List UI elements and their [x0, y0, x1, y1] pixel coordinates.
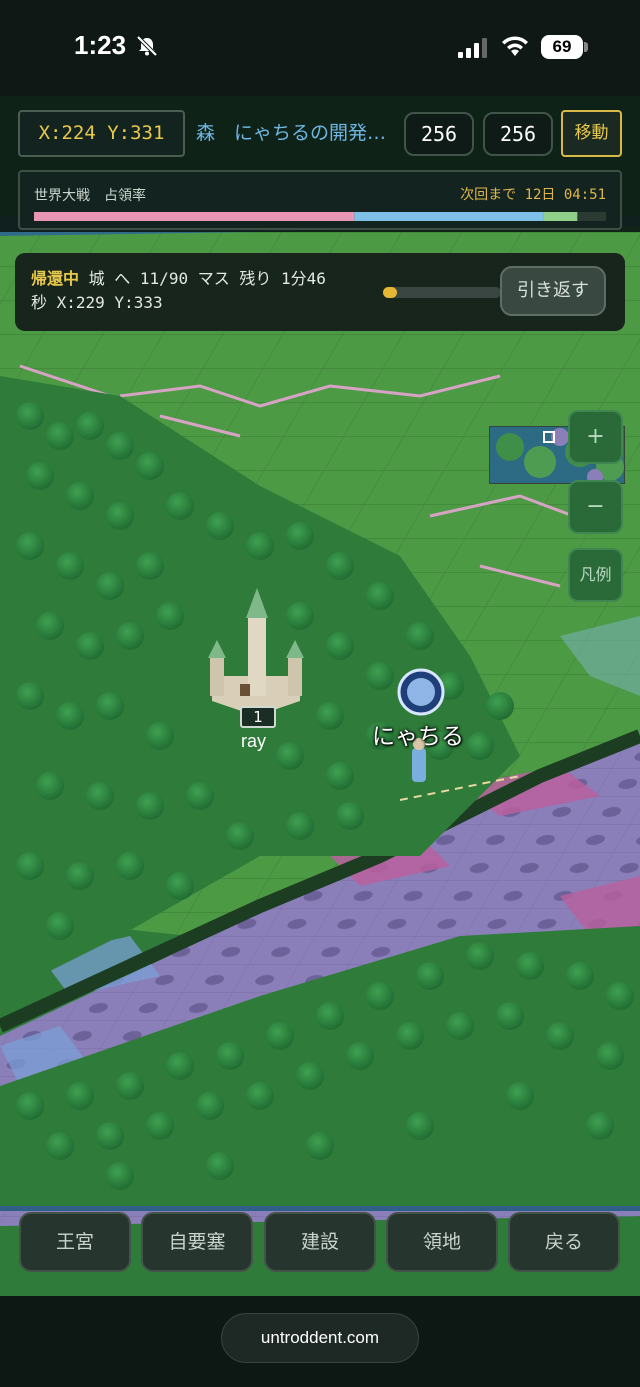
occupancy-segment-pink	[34, 212, 355, 221]
zoom-in-button[interactable]: +	[568, 410, 623, 464]
nav-own-fortress-button[interactable]: 自要塞	[141, 1212, 253, 1272]
nav-territory-button[interactable]: 領地	[386, 1212, 498, 1272]
occupancy-label: 世界大戦 占領率	[34, 188, 146, 204]
nav-back-button[interactable]: 戻る	[508, 1212, 620, 1272]
occupancy-segment-rest	[577, 212, 606, 221]
occupancy-segment-green	[543, 212, 578, 221]
legend-button[interactable]: 凡例	[568, 548, 623, 602]
coordinates-display[interactable]: X:224 Y:331	[18, 110, 185, 157]
cellular-signal-icon	[458, 38, 487, 58]
wifi-icon	[502, 36, 528, 56]
url-pill[interactable]: untroddent.com	[221, 1313, 419, 1363]
occupancy-timer: 次回まで 12日 04:51	[460, 187, 606, 203]
return-text: 帰還中 城 へ 11/90 マス 残り 1分46 秒 X:229 Y:333	[31, 267, 371, 315]
return-status: 帰還中	[31, 269, 80, 288]
return-banner: 帰還中 城 へ 11/90 マス 残り 1分46 秒 X:229 Y:333 引…	[15, 253, 625, 331]
turn-back-button[interactable]: 引き返す	[500, 266, 606, 316]
clock: 1:23	[74, 30, 127, 60]
occupancy-segment-blue	[354, 212, 544, 221]
castle-level-badge: 1	[240, 706, 276, 728]
battery-indicator: 69	[541, 35, 583, 59]
occupancy-panel: 世界大戦 占領率 次回まで 12日 04:51	[18, 170, 622, 230]
return-progress-fill	[383, 287, 398, 298]
castle-owner-label: ray	[241, 731, 267, 751]
stat-box-a[interactable]: 256	[404, 112, 474, 156]
bell-muted-icon	[136, 36, 158, 56]
tile-info[interactable]: 森 にゃちるの開発…	[196, 118, 396, 150]
battery-tip	[584, 42, 588, 52]
return-detail-2: 秒 X:229 Y:333	[31, 293, 163, 312]
nav-build-button[interactable]: 建設	[264, 1212, 376, 1272]
move-button[interactable]: 移動	[561, 110, 622, 157]
status-bar: 1:23 69	[0, 0, 640, 96]
zoom-out-button[interactable]: −	[568, 480, 623, 534]
player-name-label: にゃちる	[372, 724, 464, 750]
occupancy-bar	[34, 212, 606, 221]
stat-box-b[interactable]: 256	[483, 112, 553, 156]
return-detail-1: 城 へ 11/90 マス 残り 1分46	[79, 269, 326, 288]
nav-royal-palace-button[interactable]: 王宮	[19, 1212, 131, 1272]
return-progress-track	[383, 287, 501, 298]
